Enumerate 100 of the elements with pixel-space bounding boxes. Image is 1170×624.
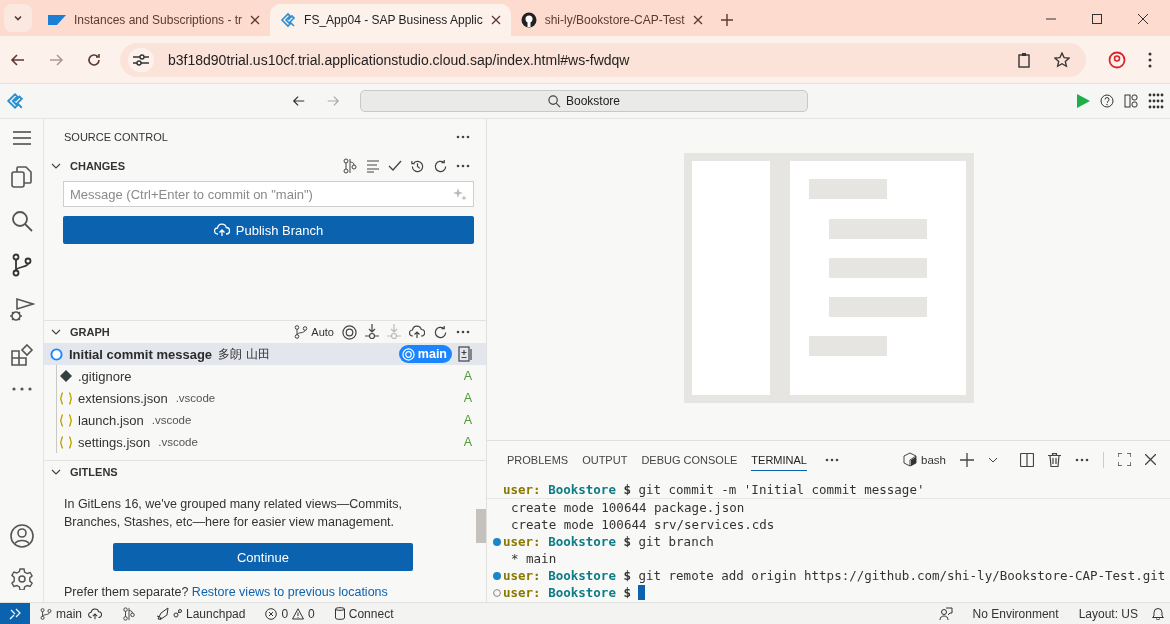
close-icon[interactable]: [1138, 14, 1148, 24]
environment-status[interactable]: No Environment: [972, 606, 1059, 621]
fetch-icon[interactable]: [365, 324, 379, 340]
panel-tab[interactable]: PROBLEMS: [507, 448, 569, 471]
split-icon[interactable]: [1020, 452, 1034, 467]
cloud-upload-icon[interactable]: [409, 325, 425, 339]
layout-icon[interactable]: [1124, 94, 1138, 108]
terminal-line: user: Bookstore $: [503, 585, 631, 600]
branch-icon: [294, 325, 309, 339]
file-item[interactable]: .gitignore A: [56, 365, 486, 387]
search-icon: [548, 94, 561, 108]
auto-scope-button[interactable]: Auto: [294, 325, 334, 339]
error-icon: [265, 607, 278, 620]
file-item[interactable]: settings.json .vscode A: [56, 431, 486, 453]
file-item[interactable]: extensions.json .vscode A: [56, 387, 486, 409]
section-header[interactable]: GITLENS: [44, 460, 486, 483]
target-icon[interactable]: [342, 324, 357, 340]
search-field[interactable]: Bookstore: [360, 90, 808, 112]
browser-tab[interactable]: shi-ly/Bookstore-CAP-Test: [510, 4, 713, 36]
continue-button[interactable]: Continue: [113, 543, 413, 571]
more-icon[interactable]: [456, 164, 470, 168]
publish-branch-button[interactable]: Publish Branch: [63, 216, 474, 244]
added-status: A: [463, 391, 472, 405]
run-debug-icon[interactable]: [8, 297, 35, 323]
back-icon[interactable]: [10, 51, 26, 68]
terminal-output: create mode 100644 package.json: [510, 500, 745, 515]
rocket-icon: [156, 606, 182, 621]
browser-tab[interactable]: FS_App04 - SAP Business Applic: [270, 4, 511, 36]
branch-status[interactable]: main: [40, 606, 82, 621]
terminal-line: user: Bookstore $ git commit -m 'Initial commit message': [503, 481, 925, 497]
more-icon[interactable]: [1075, 457, 1089, 462]
section-header[interactable]: CHANGES: [44, 155, 486, 177]
branch-graph-icon[interactable]: [342, 158, 358, 174]
commit-row[interactable]: Initial commit message 多朗 山田 main: [44, 343, 486, 365]
sap-logo-icon: [48, 15, 66, 25]
view-title: SOURCE CONTROL: [64, 131, 168, 143]
app-logo-icon: [280, 12, 297, 28]
more-icon[interactable]: [456, 135, 470, 139]
panel-tab[interactable]: TERMINAL: [751, 448, 807, 471]
history-icon[interactable]: [410, 158, 425, 174]
cloud-upload-icon[interactable]: [88, 607, 102, 620]
close-icon[interactable]: [692, 15, 703, 25]
database-icon: [334, 607, 345, 620]
maximize-icon[interactable]: [1092, 14, 1102, 24]
more-icon[interactable]: [456, 330, 470, 334]
commit-node-icon: [50, 347, 63, 361]
more-icon[interactable]: [1148, 51, 1152, 68]
maximize-icon[interactable]: [1118, 453, 1131, 466]
commit-message: Initial commit message: [69, 346, 213, 362]
commit-message-field[interactable]: Message (Ctrl+Enter to commit on "main"): [63, 181, 474, 207]
address-bar[interactable]: b3f18d90trial.us10cf.trial.applicationstudio.cloud.sap/index.html#ws-fwdqw: [120, 42, 1086, 77]
apps-grid-icon[interactable]: [1148, 93, 1164, 109]
reload-icon[interactable]: [86, 51, 102, 68]
refresh-icon[interactable]: [433, 158, 448, 174]
run-icon[interactable]: [1076, 94, 1090, 108]
json-file-icon: [60, 413, 72, 427]
refresh-icon[interactable]: [433, 324, 448, 340]
trash-icon[interactable]: [1048, 452, 1061, 467]
site-settings-icon[interactable]: [128, 47, 154, 72]
menu-icon[interactable]: [12, 131, 31, 145]
terminal-output: * main: [510, 551, 557, 566]
launchpad-status[interactable]: Launchpad: [156, 606, 246, 621]
connect-status[interactable]: Connect: [334, 606, 394, 621]
panel-tab[interactable]: DEBUG CONSOLE: [641, 448, 738, 471]
target-icon: [401, 347, 415, 361]
cloud-upload-icon: [213, 223, 230, 237]
browser-tab[interactable]: Instances and Subscriptions - tr: [38, 4, 271, 36]
file-item[interactable]: launch.json .vscode A: [56, 409, 486, 431]
keyboard-layout-status[interactable]: Layout: US: [1078, 606, 1138, 621]
branch-graph-icon[interactable]: [122, 606, 136, 621]
terminal-selector[interactable]: bash: [903, 452, 946, 467]
more-icon[interactable]: [824, 457, 839, 462]
account-icon[interactable]: [9, 524, 34, 548]
feedback-icon[interactable]: [938, 606, 953, 621]
back-icon[interactable]: [292, 94, 306, 108]
diff-file-icon[interactable]: [458, 346, 472, 362]
terminal-output: create mode 100644 srv/services.cds: [510, 517, 775, 532]
checkmark-icon[interactable]: [388, 159, 402, 173]
panel-tab[interactable]: OUTPUT: [582, 448, 628, 471]
profile-icon[interactable]: [1108, 50, 1126, 69]
warning-icon: [292, 607, 305, 620]
added-status: A: [463, 369, 472, 383]
new-tab-icon[interactable]: [720, 14, 733, 26]
settings-icon[interactable]: [10, 568, 33, 590]
extensions-icon[interactable]: [9, 343, 34, 367]
add-icon[interactable]: [960, 452, 974, 467]
restore-views-link[interactable]: Restore views to previous locations: [191, 585, 388, 599]
remote-button[interactable]: [0, 602, 30, 624]
clipboard-icon[interactable]: [1016, 51, 1032, 68]
bell-icon[interactable]: [1152, 607, 1164, 620]
close-icon[interactable]: [250, 15, 261, 25]
problems-status[interactable]: 0 0: [265, 606, 315, 621]
files-icon[interactable]: [9, 165, 34, 189]
star-icon[interactable]: [1054, 51, 1070, 68]
search-icon[interactable]: [9, 209, 34, 233]
close-icon[interactable]: [1145, 454, 1156, 465]
help-icon[interactable]: [1100, 94, 1114, 108]
close-icon[interactable]: [490, 15, 501, 25]
scrollbar[interactable]: [476, 509, 486, 543]
more-icon[interactable]: [11, 387, 32, 391]
